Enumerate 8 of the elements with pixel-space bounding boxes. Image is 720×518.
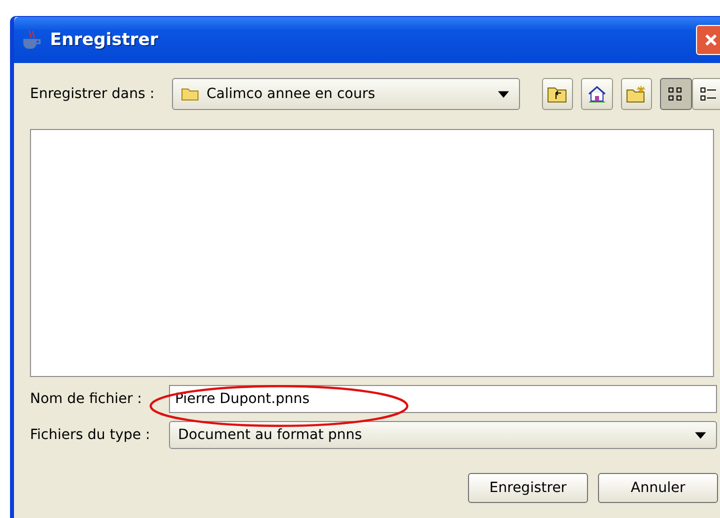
file-name-label: Nom de fichier : [30,391,143,407]
cancel-button[interactable]: Annuler [598,473,718,503]
file-type-dropdown[interactable]: Document au format pnns [169,421,717,449]
look-in-label: Enregistrer dans : [30,86,156,102]
file-type-label: Fichiers du type : [30,427,152,443]
folder-dropdown[interactable]: Calimco annee en cours [172,78,520,110]
save-button[interactable]: Enregistrer [468,473,588,503]
window-title: Enregistrer [50,30,160,50]
